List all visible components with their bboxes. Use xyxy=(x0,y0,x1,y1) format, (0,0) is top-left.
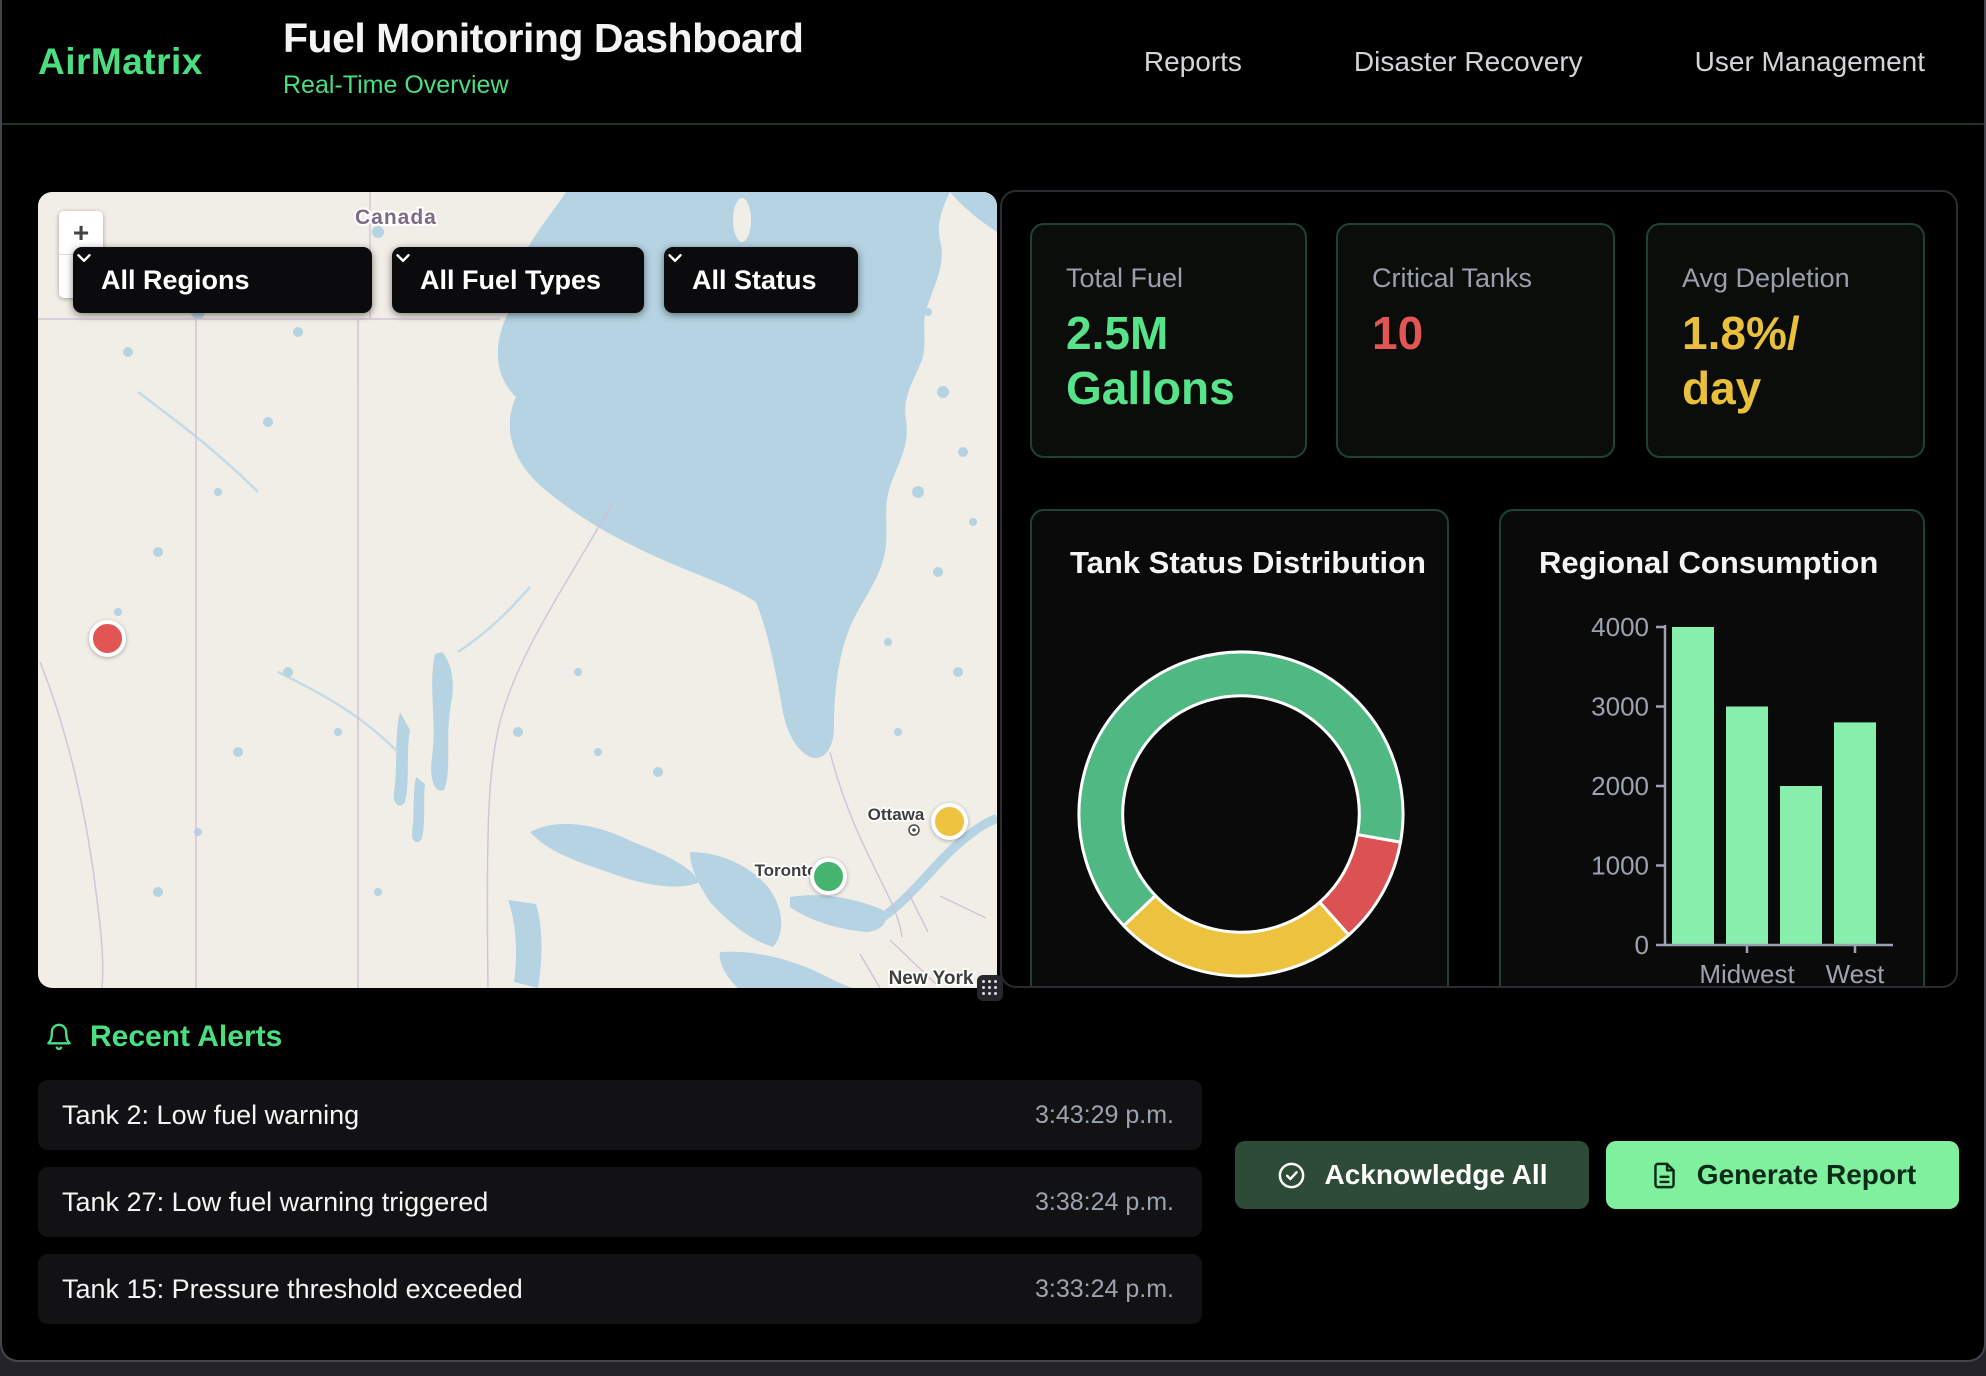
stat-label: Avg Depletion xyxy=(1682,263,1903,294)
stat-card-avg-depletion: Avg Depletion 1.8%/ day xyxy=(1646,223,1925,458)
check-circle-icon xyxy=(1276,1160,1307,1191)
map-city-label-newyork: New York xyxy=(889,968,974,988)
tank-marker-critical[interactable] xyxy=(89,620,126,657)
svg-text:2000: 2000 xyxy=(1591,771,1649,801)
alert-time: 3:43:29 p.m. xyxy=(1035,1101,1174,1130)
map-country-label: Canada xyxy=(355,206,437,229)
tank-marker-warning[interactable] xyxy=(931,803,968,840)
svg-text:0: 0 xyxy=(1635,930,1649,960)
overview-panel: Total Fuel 2.5M Gallons Critical Tanks 1… xyxy=(1000,190,1958,988)
acknowledge-all-label: Acknowledge All xyxy=(1324,1159,1547,1191)
status-filter-dropdown[interactable]: All Status xyxy=(664,247,858,313)
regional-consumption-chart-card: Regional Consumption 01000200030004000Mi… xyxy=(1499,509,1925,988)
region-filter-dropdown[interactable]: All Regions xyxy=(73,247,372,313)
chevron-down-icon xyxy=(664,247,686,269)
map-city-label-toronto: Toronto xyxy=(755,861,818,880)
bell-icon xyxy=(44,1022,74,1052)
tank-map[interactable]: Canada Ottawa Toronto New York + − All R… xyxy=(38,192,997,988)
report-document-icon xyxy=(1649,1160,1680,1191)
nav-item-disaster-recovery[interactable]: Disaster Recovery xyxy=(1354,46,1583,78)
page-subtitle: Real-Time Overview xyxy=(283,71,803,100)
title-block: Fuel Monitoring Dashboard Real-Time Over… xyxy=(283,15,803,100)
donut-chart xyxy=(1032,511,1451,988)
dashboard-window: AirMatrix Fuel Monitoring Dashboard Real… xyxy=(0,0,1986,1362)
alert-message: Tank 2: Low fuel warning xyxy=(62,1100,359,1131)
window-background-strip xyxy=(0,1362,1986,1376)
tank-status-chart-card: Tank Status Distribution xyxy=(1030,509,1449,988)
alert-row[interactable]: Tank 2: Low fuel warning 3:43:29 p.m. xyxy=(38,1080,1202,1150)
alert-message: Tank 15: Pressure threshold exceeded xyxy=(62,1274,523,1305)
svg-text:1000: 1000 xyxy=(1591,851,1649,881)
top-header: AirMatrix Fuel Monitoring Dashboard Real… xyxy=(2,0,1984,125)
brand-logo[interactable]: AirMatrix xyxy=(38,0,203,123)
recent-alerts-title: Recent Alerts xyxy=(90,1020,282,1054)
alert-time: 3:38:24 p.m. xyxy=(1035,1188,1174,1217)
bar-chart: 0 1000 2000 3000 4000 Midwest West xyxy=(1501,511,1927,988)
generate-report-label: Generate Report xyxy=(1697,1159,1916,1191)
chevron-down-icon xyxy=(392,247,414,269)
stat-value: 2.5M Gallons xyxy=(1066,306,1285,416)
map-city-label-ottawa: Ottawa xyxy=(868,805,925,824)
nav-item-user-management[interactable]: User Management xyxy=(1695,46,1925,78)
nav-item-reports[interactable]: Reports xyxy=(1144,46,1242,78)
alert-row[interactable]: Tank 27: Low fuel warning triggered 3:38… xyxy=(38,1167,1202,1237)
svg-text:Midwest: Midwest xyxy=(1699,959,1795,988)
recent-alerts-header: Recent Alerts xyxy=(44,1020,282,1054)
stat-card-total-fuel: Total Fuel 2.5M Gallons xyxy=(1030,223,1307,458)
svg-text:West: West xyxy=(1826,959,1886,988)
stat-label: Total Fuel xyxy=(1066,263,1285,294)
main-nav: Reports Disaster Recovery User Managemen… xyxy=(1144,0,1925,123)
stat-value: 1.8%/ day xyxy=(1682,306,1903,416)
page-title: Fuel Monitoring Dashboard xyxy=(283,15,803,62)
stat-card-critical-tanks: Critical Tanks 10 xyxy=(1336,223,1615,458)
svg-text:3000: 3000 xyxy=(1591,692,1649,722)
fuel-type-filter-value: All Fuel Types xyxy=(420,265,601,296)
fuel-type-filter-dropdown[interactable]: All Fuel Types xyxy=(392,247,644,313)
chevron-down-icon xyxy=(73,247,95,269)
status-filter-value: All Status xyxy=(692,265,817,296)
alert-time: 3:33:24 p.m. xyxy=(1035,1275,1174,1304)
alert-row[interactable]: Tank 15: Pressure threshold exceeded 3:3… xyxy=(38,1254,1202,1324)
svg-text:4000: 4000 xyxy=(1591,612,1649,642)
tank-marker-normal[interactable] xyxy=(810,858,847,895)
region-filter-value: All Regions xyxy=(101,265,250,296)
acknowledge-all-button[interactable]: Acknowledge All xyxy=(1235,1141,1589,1209)
stat-label: Critical Tanks xyxy=(1372,263,1593,294)
stat-value: 10 xyxy=(1372,306,1593,361)
resize-grip-icon[interactable] xyxy=(977,975,1003,1001)
generate-report-button[interactable]: Generate Report xyxy=(1606,1141,1959,1209)
alert-message: Tank 27: Low fuel warning triggered xyxy=(62,1187,488,1218)
